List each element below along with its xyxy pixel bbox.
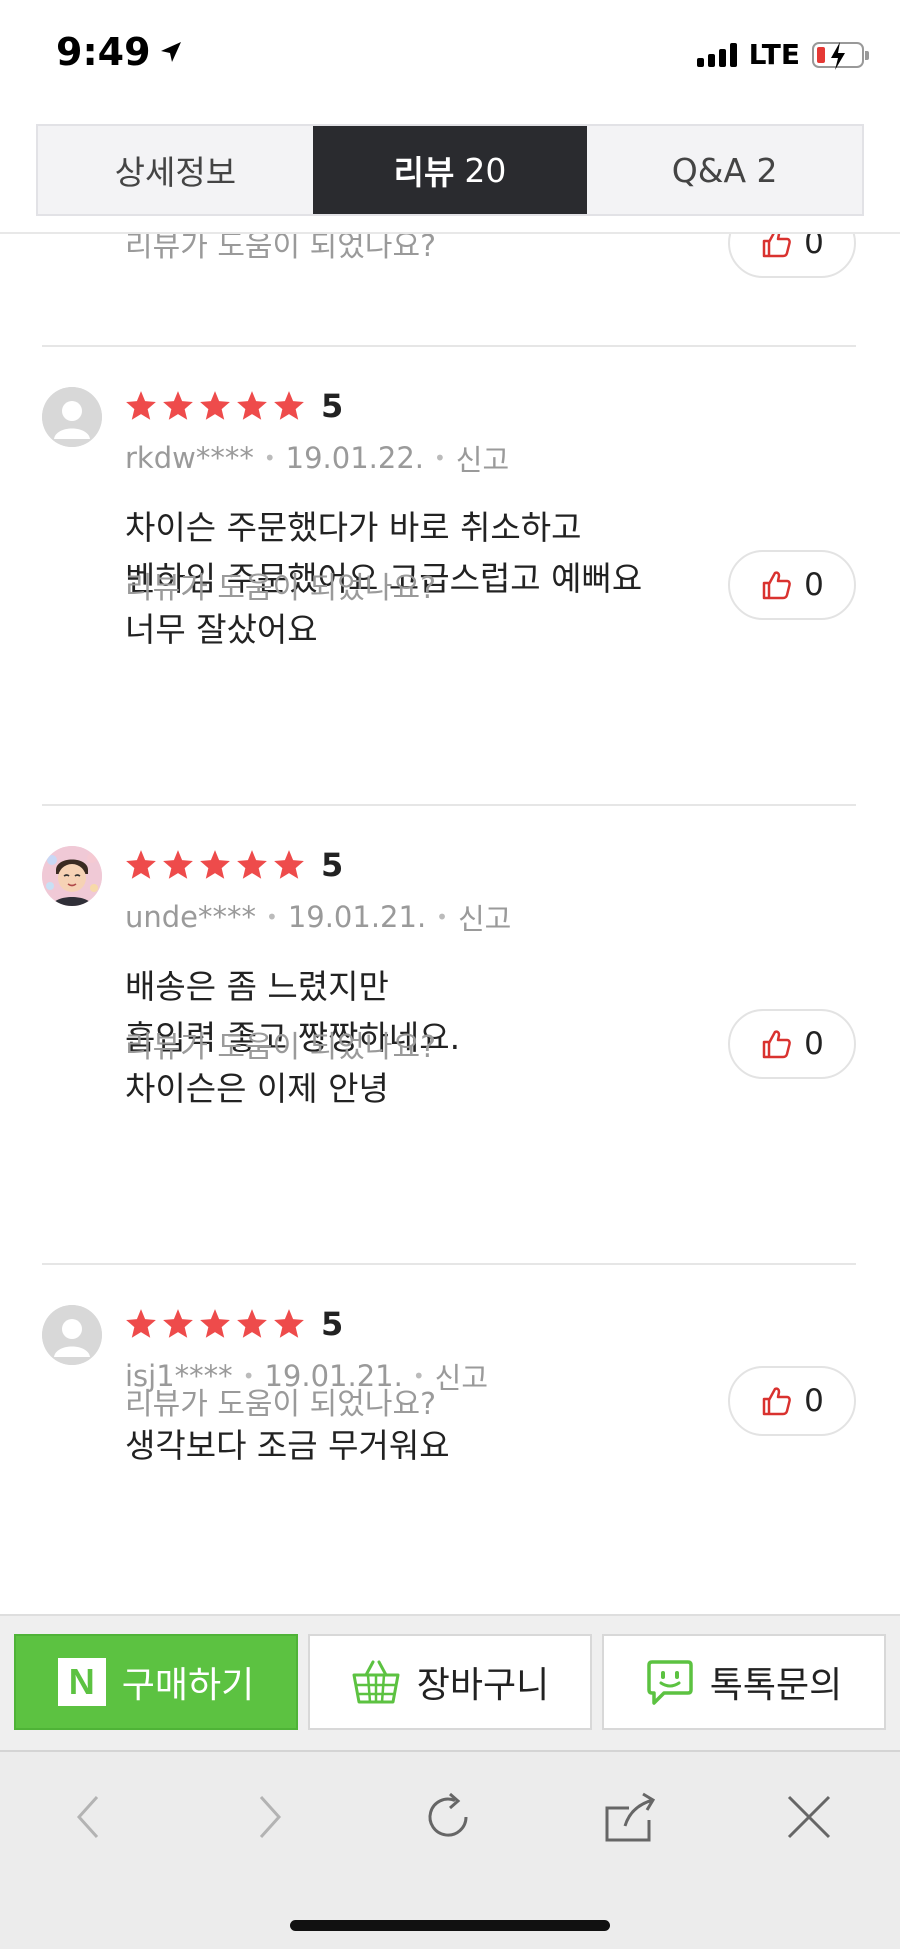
helpful-prompt: 리뷰가 도움이 되었나요? bbox=[125, 571, 436, 606]
star-icon bbox=[126, 1309, 156, 1338]
star-rating: 5 bbox=[124, 846, 343, 884]
thumbs-up-icon bbox=[762, 571, 791, 600]
rating-score: 5 bbox=[321, 387, 344, 425]
tab-bar: 상세정보 리뷰 20 Q&A 2 bbox=[36, 124, 864, 216]
avatar bbox=[42, 387, 102, 447]
buy-label: 구매하기 bbox=[121, 1665, 255, 1706]
helpful-row: 리뷰가 도움이 되었나요? 0 bbox=[125, 1009, 856, 1079]
talktalk-button[interactable]: 톡톡문의 bbox=[602, 1634, 886, 1730]
star-icon bbox=[200, 1309, 230, 1338]
review-line: 배송은 좀 느렸지만 bbox=[125, 967, 389, 1006]
home-indicator bbox=[290, 1920, 610, 1931]
close-button[interactable] bbox=[774, 1782, 844, 1852]
report-link[interactable]: 신고 bbox=[456, 437, 509, 479]
clock-text: 9:49 bbox=[56, 30, 151, 74]
share-button[interactable] bbox=[594, 1782, 664, 1852]
helpful-row: 리뷰가 도움이 되었나요? 0 bbox=[125, 234, 856, 278]
thumbs-up-icon bbox=[762, 234, 791, 258]
chat-bubble-icon bbox=[647, 1660, 693, 1705]
star-icon bbox=[237, 391, 267, 420]
chevron-left-icon bbox=[76, 1795, 99, 1839]
star-icon bbox=[163, 391, 193, 420]
report-link[interactable]: 신고 bbox=[458, 896, 511, 938]
tab-details[interactable]: 상세정보 bbox=[38, 126, 313, 214]
status-time: 9:49 bbox=[56, 30, 183, 74]
like-count: 0 bbox=[804, 1026, 824, 1062]
star-rating: 5 bbox=[124, 1305, 343, 1343]
tab-qna-label: Q&A 2 bbox=[671, 150, 778, 190]
review-separator bbox=[42, 1263, 856, 1265]
star-icon bbox=[163, 850, 193, 879]
status-indicators: LTE bbox=[696, 38, 869, 71]
shopping-basket-icon bbox=[352, 1660, 400, 1704]
reload-icon bbox=[428, 1792, 468, 1837]
star-icon bbox=[200, 391, 230, 420]
review-date: 19.01.22. bbox=[285, 441, 424, 475]
tab-reviews-label: 리뷰 bbox=[393, 153, 455, 192]
like-button[interactable]: 0 bbox=[728, 550, 856, 620]
back-button[interactable] bbox=[54, 1782, 124, 1852]
location-arrow-icon bbox=[160, 42, 181, 62]
review-meta: unde**** • 19.01.21. • 신고 bbox=[125, 896, 511, 938]
avatar bbox=[42, 1305, 102, 1365]
reload-button[interactable] bbox=[414, 1782, 484, 1852]
helpful-row: 리뷰가 도움이 되었나요? 0 bbox=[125, 1366, 856, 1436]
signal-icon bbox=[696, 42, 737, 67]
forward-button[interactable] bbox=[234, 1782, 304, 1852]
review-separator bbox=[42, 804, 856, 806]
star-icon bbox=[274, 391, 304, 420]
review-list: 리뷰가 도움이 되었나요? 0 5 rkdw**** • 19.01.22. •… bbox=[0, 234, 900, 1614]
review-separator bbox=[42, 345, 856, 347]
browser-toolbar bbox=[0, 1750, 900, 1949]
star-icon bbox=[237, 1309, 267, 1338]
tab-reviews-count: 20 bbox=[464, 150, 507, 190]
reviewer-id: rkdw**** bbox=[125, 441, 254, 475]
star-rating: 5 bbox=[124, 387, 343, 425]
helpful-row: 리뷰가 도움이 되었나요? 0 bbox=[125, 550, 856, 620]
purchase-action-bar: N 구매하기 장바구니 톡톡문의 bbox=[0, 1614, 900, 1750]
star-icon bbox=[237, 850, 267, 879]
like-count: 0 bbox=[804, 567, 824, 603]
review-meta: rkdw**** • 19.01.22. • 신고 bbox=[125, 437, 509, 479]
like-count: 0 bbox=[804, 1383, 824, 1419]
rating-score: 5 bbox=[321, 846, 344, 884]
buy-button[interactable]: N 구매하기 bbox=[14, 1634, 298, 1730]
thumbs-up-icon bbox=[762, 1387, 791, 1416]
thumbs-up-icon bbox=[762, 1030, 791, 1059]
share-icon bbox=[605, 1792, 656, 1842]
like-button[interactable]: 0 bbox=[728, 1009, 856, 1079]
cart-label: 장바구니 bbox=[416, 1665, 550, 1706]
star-icon bbox=[274, 1309, 304, 1338]
battery-icon bbox=[812, 41, 869, 70]
tab-reviews[interactable]: 리뷰 20 bbox=[312, 126, 588, 214]
tab-details-label: 상세정보 bbox=[114, 153, 237, 192]
network-label: LTE bbox=[748, 38, 800, 71]
avatar bbox=[42, 846, 102, 906]
chevron-right-icon bbox=[259, 1795, 282, 1839]
like-button[interactable]: 0 bbox=[728, 234, 856, 278]
star-icon bbox=[163, 1309, 193, 1338]
helpful-prompt: 리뷰가 도움이 되었나요? bbox=[125, 1387, 436, 1422]
reviewer-id: unde**** bbox=[125, 900, 257, 934]
helpful-prompt: 리뷰가 도움이 되었나요? bbox=[125, 234, 436, 264]
status-bar: 9:49 LTE bbox=[0, 0, 900, 110]
like-count: 0 bbox=[804, 234, 824, 261]
star-icon bbox=[200, 850, 230, 879]
close-icon bbox=[787, 1795, 831, 1839]
star-icon bbox=[126, 391, 156, 420]
tab-qna[interactable]: Q&A 2 bbox=[587, 126, 862, 214]
naver-n-icon: N bbox=[57, 1658, 106, 1706]
rating-score: 5 bbox=[321, 1305, 344, 1343]
review-line: 차이슨 주문했다가 바로 취소하고 bbox=[125, 508, 582, 547]
talktalk-label: 톡톡문의 bbox=[709, 1665, 843, 1706]
helpful-prompt: 리뷰가 도움이 되었나요? bbox=[125, 1030, 436, 1065]
star-icon bbox=[274, 850, 304, 879]
like-button[interactable]: 0 bbox=[728, 1366, 856, 1436]
review-date: 19.01.21. bbox=[287, 900, 427, 934]
cart-button[interactable]: 장바구니 bbox=[308, 1634, 592, 1730]
star-icon bbox=[126, 850, 156, 879]
